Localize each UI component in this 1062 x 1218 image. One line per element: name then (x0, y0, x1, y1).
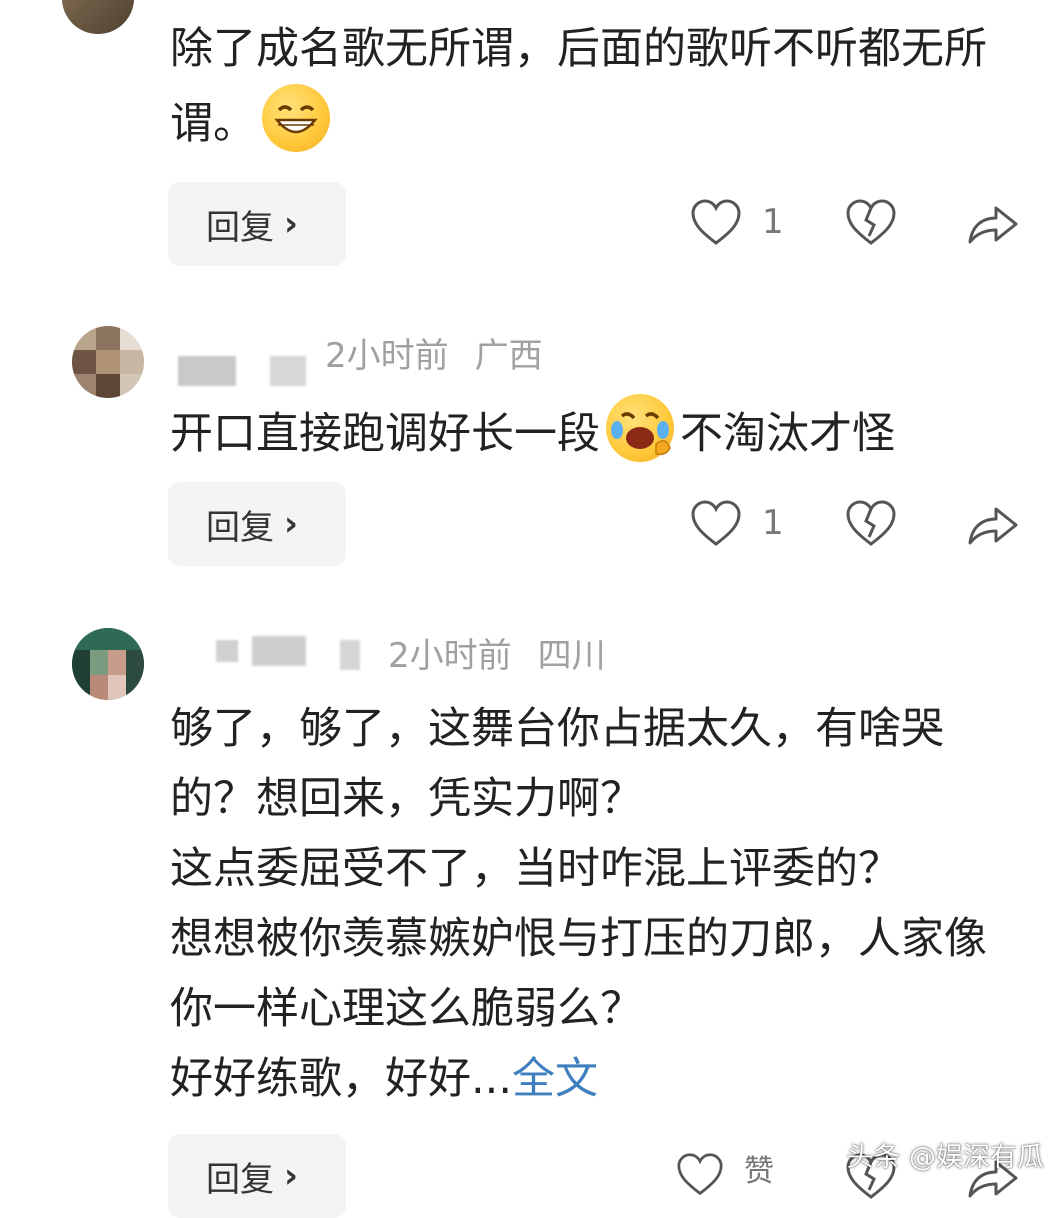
like-count: 1 (762, 503, 784, 543)
chevron-right-icon: › (284, 204, 299, 244)
comment-line: 除了成名歌无所谓，后面的歌听不听都无所 (170, 24, 987, 74)
comment-text: 开口直接跑调好长一段 不淘汰才怪 (170, 394, 895, 469)
comment-location: 广西 (474, 336, 543, 376)
like-label: 赞 (744, 1154, 774, 1189)
comment-text-part: 不淘汰才怪 (680, 409, 895, 459)
reply-label: 回复 (206, 1159, 274, 1200)
chevron-right-icon: › (284, 1156, 299, 1196)
reply-label: 回复 (206, 207, 274, 248)
comment-text-part: 开口直接跑调好长一段 (170, 409, 600, 459)
comment-line: 的？想回来，凭实力啊？ (170, 774, 643, 824)
avatar[interactable] (72, 326, 144, 398)
reply-button[interactable]: 回复 › (168, 1134, 346, 1218)
reply-button[interactable]: 回复 › (168, 182, 346, 266)
username-blurred[interactable] (216, 640, 238, 662)
username-blurred[interactable] (252, 636, 306, 666)
dislike-button[interactable] (845, 499, 897, 553)
comment-line: 谓。 (170, 99, 256, 149)
comment-line-with-emoji: 谓。 (170, 84, 987, 159)
like-button[interactable] (690, 499, 742, 553)
like-count: 1 (762, 202, 784, 242)
comment-text: 够了，够了，这舞台你占据太久，有啥哭 的？想回来，凭实力啊？ 这点委屈受不了，当… (170, 694, 987, 1114)
comment-meta: 2小时前 广西 (325, 336, 569, 376)
share-arrow-icon (968, 206, 1018, 244)
reply-label: 回复 (206, 507, 274, 548)
comment-line: 够了，够了，这舞台你占据太久，有啥哭 (170, 704, 944, 754)
like-button[interactable] (676, 1152, 724, 1202)
username-blurred[interactable] (178, 356, 236, 386)
avatar[interactable] (62, 0, 134, 34)
comment-line: 想想被你羡慕嫉妒恨与打压的刀郎，人家像 (170, 914, 987, 964)
avatar[interactable] (72, 628, 144, 700)
comment-time: 2小时前 (388, 636, 512, 676)
grinning-face-emoji (262, 84, 330, 152)
comment-meta: 2小时前 四川 (388, 636, 632, 676)
heart-outline-icon (691, 500, 741, 546)
username-blurred[interactable] (340, 640, 360, 670)
heart-outline-icon (677, 1153, 723, 1196)
heart-outline-icon (691, 199, 741, 245)
share-button[interactable] (966, 499, 1020, 553)
comment-line: 好好练歌，好好... (170, 1054, 513, 1104)
comment-line-truncated: 好好练歌，好好...全文 (170, 1044, 987, 1114)
share-button[interactable] (966, 198, 1020, 252)
broken-heart-icon (846, 199, 896, 245)
broken-heart-icon (846, 500, 896, 546)
comment-line: 这点委屈受不了，当时咋混上评委的？ (170, 844, 901, 894)
full-text-link[interactable]: 全文 (512, 1054, 598, 1104)
chevron-right-icon: › (284, 504, 299, 544)
comment-line: 你一样心理这么脆弱么？ (170, 984, 643, 1034)
watermark: 头条 @娱深有瓜 (846, 1142, 1044, 1173)
dislike-button[interactable] (845, 198, 897, 252)
like-button[interactable] (690, 198, 742, 252)
comment-location: 四川 (537, 636, 606, 676)
comment-time: 2小时前 (325, 336, 449, 376)
share-arrow-icon (968, 507, 1018, 545)
rolling-on-floor-laughing-emoji (606, 394, 674, 462)
username-blurred[interactable] (270, 356, 306, 386)
reply-button[interactable]: 回复 › (168, 482, 346, 566)
comment-text: 除了成名歌无所谓，后面的歌听不听都无所 谓。 (170, 14, 987, 159)
